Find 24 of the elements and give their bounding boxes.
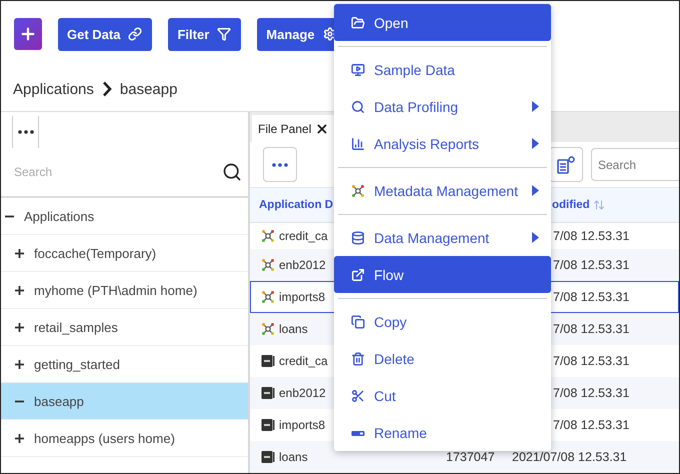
tree-item-label: retail_samples <box>34 320 118 334</box>
file-name: loans <box>279 450 308 464</box>
file-name: imports8 <box>279 418 326 432</box>
table-cell: 7/08 12.53.31 <box>553 354 630 368</box>
file-name: enb2012 <box>279 258 326 272</box>
tree-item-label: homeapps (users home) <box>34 430 175 446</box>
table-cell: 2021/07/08 12.53.31 <box>512 450 627 464</box>
tree-item-label: Applications <box>24 208 94 224</box>
tree-item-label: baseapp <box>34 394 84 408</box>
tree-item-label: getting_started <box>34 356 120 372</box>
table-cell: 7/08 12.53.31 <box>553 418 630 432</box>
table-cell: 7/08 12.53.31 <box>553 229 630 243</box>
table-cell: 7/08 12.53.31 <box>553 290 630 304</box>
table-cell: 7/08 12.53.31 <box>553 258 630 272</box>
table-cell: 7/08 12.53.31 <box>553 322 630 336</box>
file-name: loans <box>279 322 308 336</box>
file-name: enb2012 <box>279 386 326 400</box>
table-cell-text: 1737047 <box>446 450 496 464</box>
file-name: imports8 <box>279 290 326 304</box>
tree-item-label: foccache(Temporary) <box>34 246 156 260</box>
file-name: credit_ca <box>279 229 328 243</box>
tree-item-label: myhome (PTH\admin home) <box>34 282 198 298</box>
file-name: credit_ca <box>279 354 328 368</box>
table-cell: 7/08 12.53.31 <box>553 386 630 400</box>
